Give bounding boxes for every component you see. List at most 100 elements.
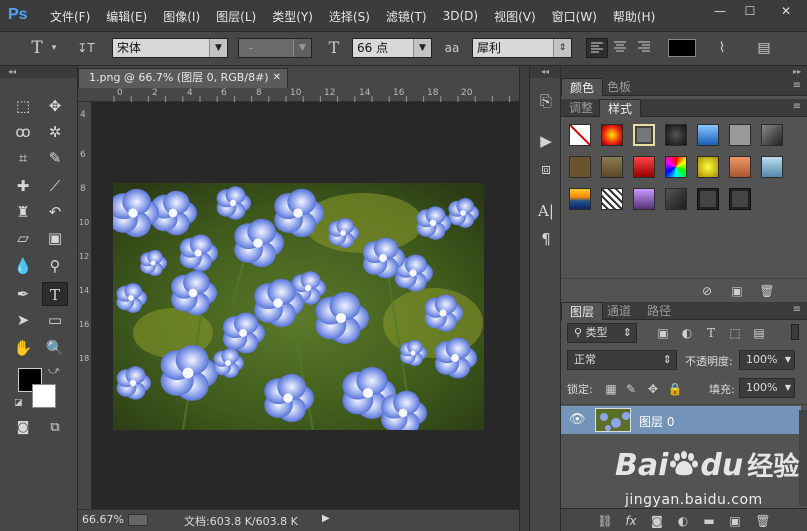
history-brush-tool-icon[interactable]: ↶: [42, 200, 68, 224]
align-center-button[interactable]: [610, 38, 632, 58]
paragraph-panel-icon[interactable]: ¶: [534, 228, 558, 250]
close-icon[interactable]: ✕: [273, 69, 281, 87]
hand-tool-icon[interactable]: ✋: [10, 336, 36, 360]
tab-channels[interactable]: 通道: [599, 302, 639, 320]
eraser-tool-icon[interactable]: ▱: [10, 226, 36, 250]
style-red-glow[interactable]: [601, 124, 623, 146]
panel-collapse-icon[interactable]: ◂◂: [530, 66, 560, 78]
layer-row[interactable]: 👁 图层 0: [561, 406, 801, 434]
pen-tool-icon[interactable]: ✒: [10, 282, 36, 306]
clone-stamp-tool-icon[interactable]: ♜: [10, 200, 36, 224]
menu-image[interactable]: 图像(I): [155, 8, 208, 25]
opacity-input[interactable]: 100% ▼: [739, 350, 795, 370]
menu-3d[interactable]: 3D(D): [435, 9, 486, 23]
maximize-button[interactable]: ☐: [735, 0, 765, 24]
antialias-select[interactable]: 犀利 ⇕: [472, 38, 572, 58]
style-wood[interactable]: [601, 156, 623, 178]
gradient-tool-icon[interactable]: ▣: [42, 226, 68, 250]
style-dark-bevel[interactable]: [665, 124, 687, 146]
menu-edit[interactable]: 编辑(E): [98, 8, 155, 25]
font-style-select[interactable]: - ▼: [238, 38, 312, 58]
menu-type[interactable]: 类型(Y): [264, 8, 321, 25]
style-sky[interactable]: [761, 156, 783, 178]
tab-paths[interactable]: 路径: [639, 302, 679, 320]
zoom-level[interactable]: 66.67%: [82, 513, 124, 526]
style-outline-2[interactable]: [729, 188, 751, 210]
warp-text-icon[interactable]: ⌇: [710, 38, 734, 58]
eyedropper-tool-icon[interactable]: ✎: [42, 146, 68, 170]
screen-mode-icon[interactable]: ⧉: [42, 416, 68, 440]
lock-image-icon[interactable]: ✎: [623, 381, 639, 397]
align-right-button[interactable]: [634, 38, 656, 58]
menu-window[interactable]: 窗口(W): [544, 8, 605, 25]
toolbox-collapse-icon[interactable]: ◂◂: [0, 66, 77, 78]
lock-transparent-icon[interactable]: ▦: [603, 381, 619, 397]
text-color-swatch[interactable]: [668, 39, 696, 57]
document-tab[interactable]: 1.png @ 66.7% (图层 0, RGB/8#) ✕: [78, 68, 288, 88]
style-outline-1[interactable]: [697, 188, 719, 210]
status-preview-icon[interactable]: [128, 514, 148, 526]
status-menu-arrow-icon[interactable]: ▶: [322, 513, 330, 524]
menu-select[interactable]: 选择(S): [321, 8, 378, 25]
character-panel-icon[interactable]: ▤: [752, 38, 776, 58]
menu-view[interactable]: 视图(V): [486, 8, 544, 25]
layer-name[interactable]: 图层 0: [639, 413, 674, 430]
style-none[interactable]: [569, 124, 591, 146]
new-style-icon[interactable]: ▣: [729, 283, 745, 299]
tab-layers[interactable]: 图层: [561, 302, 604, 320]
text-orientation-icon[interactable]: ↧T: [74, 38, 98, 58]
magic-wand-tool-icon[interactable]: ✲: [42, 120, 68, 144]
style-red-bevel[interactable]: [633, 156, 655, 178]
swap-colors-icon[interactable]: ⤻: [48, 364, 60, 378]
path-selection-tool-icon[interactable]: ➤: [10, 308, 36, 332]
delete-style-icon[interactable]: 🗑: [759, 283, 775, 299]
style-yellow[interactable]: [697, 156, 719, 178]
menu-help[interactable]: 帮助(H): [605, 8, 663, 25]
shape-tool-icon[interactable]: ▭: [42, 308, 68, 332]
tab-adjustments[interactable]: 调整: [561, 99, 601, 117]
menu-filter[interactable]: 滤镜(T): [378, 8, 435, 25]
panels-expand-icon[interactable]: ▸▸: [561, 66, 807, 78]
dodge-tool-icon[interactable]: ⚲: [42, 254, 68, 278]
fill-input[interactable]: 100% ▼: [739, 378, 795, 398]
panel-menu-icon[interactable]: ≡: [793, 101, 801, 112]
style-selected[interactable]: [633, 124, 655, 146]
align-left-button[interactable]: [586, 38, 608, 58]
close-button[interactable]: ✕: [765, 0, 807, 24]
type-tool-preset-icon[interactable]: T: [26, 38, 48, 58]
brush-tool-icon[interactable]: ⟋: [42, 174, 68, 198]
actions-panel-icon[interactable]: ▶: [534, 130, 558, 152]
menu-layer[interactable]: 图层(L): [208, 8, 264, 25]
tab-swatches[interactable]: 色板: [599, 78, 639, 96]
chevron-down-icon[interactable]: ▾: [48, 38, 60, 58]
zoom-tool-icon[interactable]: 🔍: [42, 336, 68, 360]
style-sunset[interactable]: [569, 188, 591, 210]
style-brown[interactable]: [569, 156, 591, 178]
font-size-select[interactable]: 66 点 ▼: [352, 38, 432, 58]
background-color-swatch[interactable]: [32, 384, 56, 408]
style-copper[interactable]: [729, 156, 751, 178]
type-tool-icon[interactable]: T: [42, 282, 68, 306]
document-image[interactable]: [113, 183, 484, 430]
panel-menu-icon[interactable]: ≡: [793, 80, 801, 91]
style-chrome[interactable]: [761, 124, 783, 146]
filter-shape-icon[interactable]: ⬚: [727, 325, 743, 341]
character-panel-icon[interactable]: A|: [534, 200, 558, 222]
font-family-select[interactable]: 宋体 ▼: [112, 38, 228, 58]
lock-all-icon[interactable]: 🔒: [667, 381, 683, 397]
lasso-tool-icon[interactable]: ꝏ: [10, 120, 36, 144]
lock-position-icon[interactable]: ✥: [645, 381, 661, 397]
crop-tool-icon[interactable]: ⌗: [10, 146, 36, 170]
quick-mask-icon[interactable]: ◙: [10, 416, 36, 440]
history-panel-icon[interactable]: ⎘: [534, 90, 558, 112]
filter-toggle[interactable]: [791, 324, 799, 340]
move-tool-icon[interactable]: ✥: [42, 94, 68, 118]
marquee-tool-icon[interactable]: ⬚: [10, 94, 36, 118]
style-black[interactable]: [665, 188, 687, 210]
blur-tool-icon[interactable]: 💧: [10, 254, 36, 278]
style-blue-glass[interactable]: [697, 124, 719, 146]
style-rainbow[interactable]: [665, 156, 687, 178]
healing-brush-tool-icon[interactable]: ✚: [10, 174, 36, 198]
filter-smart-object-icon[interactable]: ▤: [751, 325, 767, 341]
eye-visibility-icon[interactable]: 👁: [569, 412, 586, 427]
